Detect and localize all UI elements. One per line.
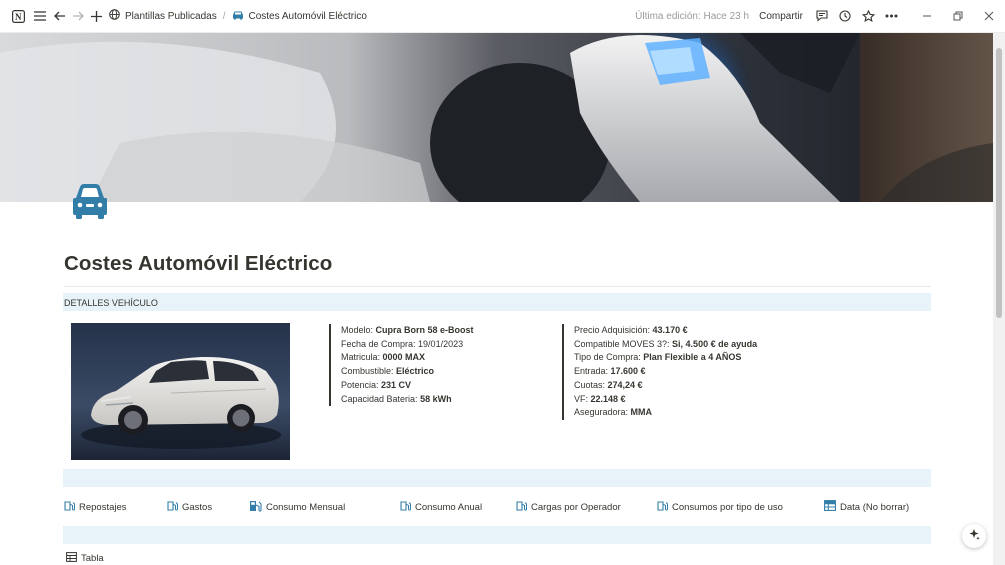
vehicle-detail-row: Modelo: Cupra Born 58 e-Boost [341, 325, 474, 335]
callout-band-bottom [63, 526, 931, 544]
comment-icon[interactable] [813, 7, 831, 25]
finance-details-list: Precio Adquisición: 43.170 € Compatible … [562, 324, 757, 420]
finance-detail-row: VF: 22.148 € [574, 393, 626, 404]
add-icon[interactable] [87, 7, 105, 25]
database-links-row: Repostajes Gastos Consumo Mensual Consum… [63, 496, 931, 518]
section-title: DETALLES VEHÍCULO [64, 298, 158, 308]
globe-icon [109, 9, 120, 23]
vehicle-detail-row: Combustible: Eléctrico [341, 366, 435, 377]
vehicle-detail-row: Capacidad Bateria: 58 kWh [341, 393, 452, 404]
table-view-tab[interactable]: Tabla [66, 552, 104, 565]
breadcrumb-parent-label: Plantillas Publicadas [125, 10, 217, 22]
notion-logo-icon[interactable]: N [9, 7, 27, 25]
gas-pump-icon [516, 500, 527, 514]
gas-pump-icon [400, 500, 411, 514]
vertical-scrollbar[interactable] [993, 33, 1005, 565]
sparkle-icon [968, 527, 980, 545]
finance-detail-row: Aseguradora: MMA [574, 407, 653, 418]
breadcrumb-separator: / [222, 10, 226, 22]
tab-consumo-mensual[interactable]: Consumo Mensual [249, 500, 345, 515]
breadcrumb-parent[interactable]: Plantillas Publicadas [109, 9, 217, 23]
title-divider [64, 286, 931, 287]
share-button[interactable]: Compartir [759, 11, 803, 22]
tab-cargas-por-operador[interactable]: Cargas por Operador [516, 500, 621, 514]
vehicle-detail-row: Potencia: 231 CV [341, 379, 412, 390]
vehicle-details-list: Modelo: Cupra Born 58 e-Boost Fecha de C… [329, 324, 474, 407]
gas-pump-icon [657, 500, 668, 514]
window-restore-icon[interactable] [949, 7, 967, 25]
gas-pump-icon [64, 500, 75, 514]
table-icon [824, 500, 836, 514]
window-close-icon[interactable] [980, 7, 998, 25]
window-minimize-icon[interactable] [918, 7, 936, 25]
topbar-right-tools: Última edición: Hace 23 h Compartir [635, 0, 1005, 32]
forward-arrow-icon[interactable] [69, 7, 87, 25]
vehicle-photo[interactable] [71, 323, 290, 460]
car-icon [232, 10, 244, 23]
tab-repostajes[interactable]: Repostajes [64, 500, 127, 514]
gas-pump-icon [167, 500, 178, 514]
top-bar: N Plantillas Publicadas / Costes Automóv… [0, 0, 1005, 33]
scrollbar-thumb[interactable] [996, 48, 1002, 318]
more-options-icon[interactable] [882, 7, 900, 25]
page-car-icon[interactable] [70, 182, 110, 220]
cover-image[interactable] [0, 33, 993, 202]
svg-text:N: N [15, 12, 22, 22]
finance-detail-row: Entrada: 17.600 € [574, 366, 646, 377]
history-clock-icon[interactable] [836, 7, 854, 25]
tab-consumo-anual[interactable]: Consumo Anual [400, 500, 482, 514]
finance-detail-row: Cuotas: 274,24 € [574, 379, 643, 390]
page-title[interactable]: Costes Automóvil Eléctrico [64, 252, 332, 276]
callout-band-top [63, 469, 931, 487]
table-view-label: Tabla [81, 553, 104, 564]
gas-station-icon [249, 500, 262, 515]
tab-consumos-por-tipo-de-uso[interactable]: Consumos por tipo de uso [657, 500, 783, 514]
back-arrow-icon[interactable] [51, 7, 69, 25]
breadcrumb-current[interactable]: Costes Automóvil Eléctrico [232, 10, 367, 23]
ai-assistant-button[interactable] [962, 524, 986, 548]
favorite-star-icon[interactable] [859, 7, 877, 25]
vehicle-detail-row: Matricula: 0000 MAX [341, 352, 426, 363]
tab-data-no-borrar[interactable]: Data (No borrar) [824, 500, 909, 514]
menu-icon[interactable] [31, 7, 49, 25]
table-icon [66, 552, 77, 565]
finance-detail-row: Compatible MOVES 3?: Si, 4.500 € de ayud… [574, 338, 758, 349]
last-edited-text: Última edición: Hace 23 h [635, 10, 750, 22]
vehicle-detail-row: Fecha de Compra: 19/01/2023 [341, 338, 464, 349]
details-callout: DETALLES VEHÍCULO [63, 293, 931, 311]
breadcrumb-current-label: Costes Automóvil Eléctrico [248, 10, 367, 22]
finance-detail-row: Precio Adquisición: 43.170 € [574, 325, 688, 335]
tab-gastos[interactable]: Gastos [167, 500, 212, 514]
finance-detail-row: Tipo de Compra: Plan Flexible a 4 AÑOS [574, 352, 742, 363]
